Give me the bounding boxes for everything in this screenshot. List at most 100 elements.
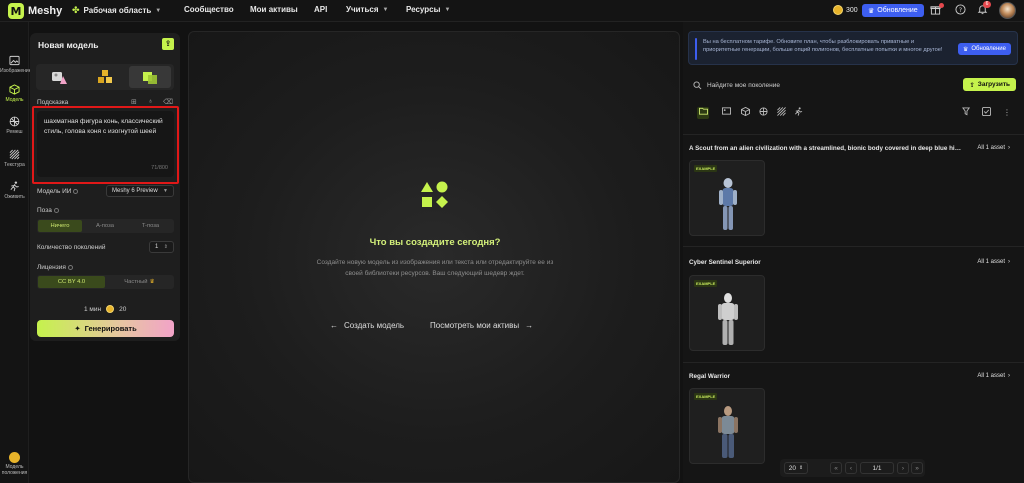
- alien-scout-figure: [719, 178, 737, 230]
- banner-accent: [695, 38, 697, 60]
- search-input[interactable]: Найдите мое поколение: [693, 78, 953, 92]
- last-page-button[interactable]: »: [911, 462, 923, 474]
- divider: [683, 246, 1024, 247]
- hint-label: Подсказка: [37, 99, 69, 106]
- regal-warrior-figure: [718, 406, 738, 458]
- upgrade-label: Обновление: [877, 7, 918, 14]
- asset-card-title[interactable]: Regal Warrior: [689, 373, 961, 380]
- asset-thumbnail[interactable]: EXAMPLE: [689, 160, 765, 236]
- filter-folder-icon[interactable]: [697, 107, 709, 119]
- select-mode-icon[interactable]: [980, 107, 992, 119]
- ai-model-label: Модель ИИ: [37, 188, 79, 195]
- asset-card-title[interactable]: A Scout from an alien civilization with …: [689, 145, 961, 152]
- filter-cube-icon[interactable]: [739, 106, 751, 119]
- nav-learn[interactable]: Учиться ▼: [346, 5, 388, 14]
- arrow-right-icon: →: [525, 321, 534, 330]
- pose-model-icon: [9, 452, 20, 463]
- example-badge: EXAMPLE: [694, 165, 718, 172]
- asset-card-all-link[interactable]: All 1 asset ›: [977, 259, 1010, 265]
- nav-learn-label: Учиться: [346, 5, 379, 14]
- prompt-library-icon[interactable]: ⊞: [131, 98, 139, 106]
- tab-image-to-3d[interactable]: [39, 66, 81, 88]
- banner-text: Вы на бесплатном тарифе. Обновите план, …: [703, 39, 943, 53]
- create-model-label: Создать модель: [344, 321, 405, 330]
- rail-label: Модель: [5, 97, 24, 103]
- asset-card-all-link[interactable]: All 1 asset ›: [977, 145, 1010, 151]
- page-size-value: 20: [788, 464, 797, 472]
- generate-button[interactable]: ✦ Генерировать: [37, 320, 174, 337]
- panel-title: Новая модель: [38, 40, 99, 50]
- asset-card-title[interactable]: Cyber Sentinel Superior: [689, 259, 961, 266]
- filter-clear-icon[interactable]: [960, 107, 972, 119]
- nav-workspace[interactable]: ✤ Рабочая область ▼: [72, 5, 161, 16]
- credits-counter[interactable]: 300: [833, 5, 858, 15]
- upload-button[interactable]: ⇪ Загрузить: [963, 78, 1016, 91]
- search-icon: [693, 80, 702, 89]
- chevron-down-icon: ▼: [444, 6, 451, 13]
- pose-option-a-pose[interactable]: A-поза: [83, 220, 127, 232]
- rail-item-animate[interactable]: Оживить: [0, 181, 29, 200]
- top-navigation-bar: M Meshy ✤ Рабочая область ▼ Сообщество М…: [0, 0, 1024, 22]
- rail-label: Изображение: [0, 68, 32, 74]
- next-page-button[interactable]: ›: [897, 462, 909, 474]
- filter-texture-icon[interactable]: [775, 107, 787, 119]
- page-size-select[interactable]: 20 ⇕: [784, 462, 808, 474]
- nav-community[interactable]: Сообщество: [184, 5, 234, 14]
- generation-cost: 20: [119, 305, 127, 313]
- nav-resources[interactable]: Ресурсы ▼: [406, 5, 450, 14]
- stepper-icon: ⇕: [799, 465, 804, 471]
- rail-item-pose-model[interactable]: Модель положения: [0, 452, 29, 476]
- banner-upgrade-button[interactable]: ♛ Обновление: [957, 43, 1011, 55]
- more-options-icon[interactable]: ⋮: [1001, 107, 1013, 119]
- license-segmented-control: CC BY 4.0 Частный ♛: [37, 275, 174, 289]
- prev-page-button[interactable]: ‹: [845, 462, 857, 474]
- brand-logo[interactable]: M Meshy: [8, 3, 62, 19]
- upgrade-button[interactable]: ♛ Обновление: [862, 4, 924, 17]
- text-cube-icon: [143, 72, 157, 84]
- tab-multi-image-to-3d[interactable]: [84, 66, 126, 88]
- nav-workspace-label: Рабочая область: [83, 6, 152, 15]
- upload-icon: ⇪: [969, 81, 975, 89]
- license-option-cc-by[interactable]: CC BY 4.0: [38, 276, 105, 288]
- asset-thumbnail[interactable]: EXAMPLE: [689, 275, 765, 351]
- avatar[interactable]: [999, 2, 1016, 19]
- create-model-link[interactable]: ← Создать модель: [330, 321, 404, 330]
- generate-label: Генерировать: [84, 324, 137, 333]
- prompt-text: шахматная фигура конь, классический стил…: [44, 118, 163, 135]
- clear-icon[interactable]: ⌫: [163, 98, 173, 106]
- tab-text-to-3d[interactable]: [129, 66, 171, 88]
- chevron-right-icon: ›: [1008, 145, 1010, 151]
- nav-resources-label: Ресурсы: [406, 5, 441, 14]
- rail-item-remesh[interactable]: Ремеш: [0, 116, 29, 135]
- generation-mode-tabs: [36, 64, 174, 90]
- chevron-down-icon: ▼: [382, 6, 389, 13]
- filter-animate-icon[interactable]: [792, 107, 804, 119]
- rail-item-image[interactable]: Изображение: [0, 55, 32, 74]
- prompt-textarea[interactable]: шахматная фигура конь, классический стил…: [37, 111, 174, 177]
- upload-icon[interactable]: ⇪: [162, 38, 174, 50]
- pose-option-t-pose[interactable]: T-поза: [128, 220, 173, 232]
- generation-count-stepper[interactable]: 1 ⇕: [149, 241, 174, 253]
- help-icon[interactable]: ?: [954, 4, 966, 16]
- pose-option-none[interactable]: Ничего: [38, 220, 82, 232]
- rail-item-model[interactable]: Модель: [0, 84, 29, 103]
- asset-card-all-link[interactable]: All 1 asset ›: [977, 373, 1010, 379]
- generation-time: 1 мин: [84, 305, 102, 313]
- coin-icon: [106, 305, 115, 313]
- lightbulb-icon[interactable]: ♁: [148, 98, 156, 106]
- current-page[interactable]: 1/1: [860, 462, 894, 474]
- asset-thumbnail[interactable]: EXAMPLE: [689, 388, 765, 464]
- filter-remesh-icon[interactable]: [757, 107, 769, 119]
- rail-item-texture[interactable]: Текстура: [0, 149, 29, 168]
- view-my-assets-link[interactable]: Посмотреть мои активы →: [430, 321, 533, 330]
- sparkle-icon: ✦: [74, 324, 81, 333]
- nav-api[interactable]: API: [314, 5, 327, 14]
- info-icon: [67, 264, 73, 270]
- cube-icon: [9, 84, 20, 95]
- license-option-private[interactable]: Частный ♛: [106, 276, 173, 288]
- nav-my-assets[interactable]: Мои активы: [250, 5, 298, 14]
- generation-cost-info: 1 мин 20: [84, 305, 126, 313]
- ai-model-select[interactable]: Meshy 6 Preview ▼: [106, 185, 174, 197]
- filter-image-icon[interactable]: [720, 107, 732, 119]
- first-page-button[interactable]: «: [830, 462, 842, 474]
